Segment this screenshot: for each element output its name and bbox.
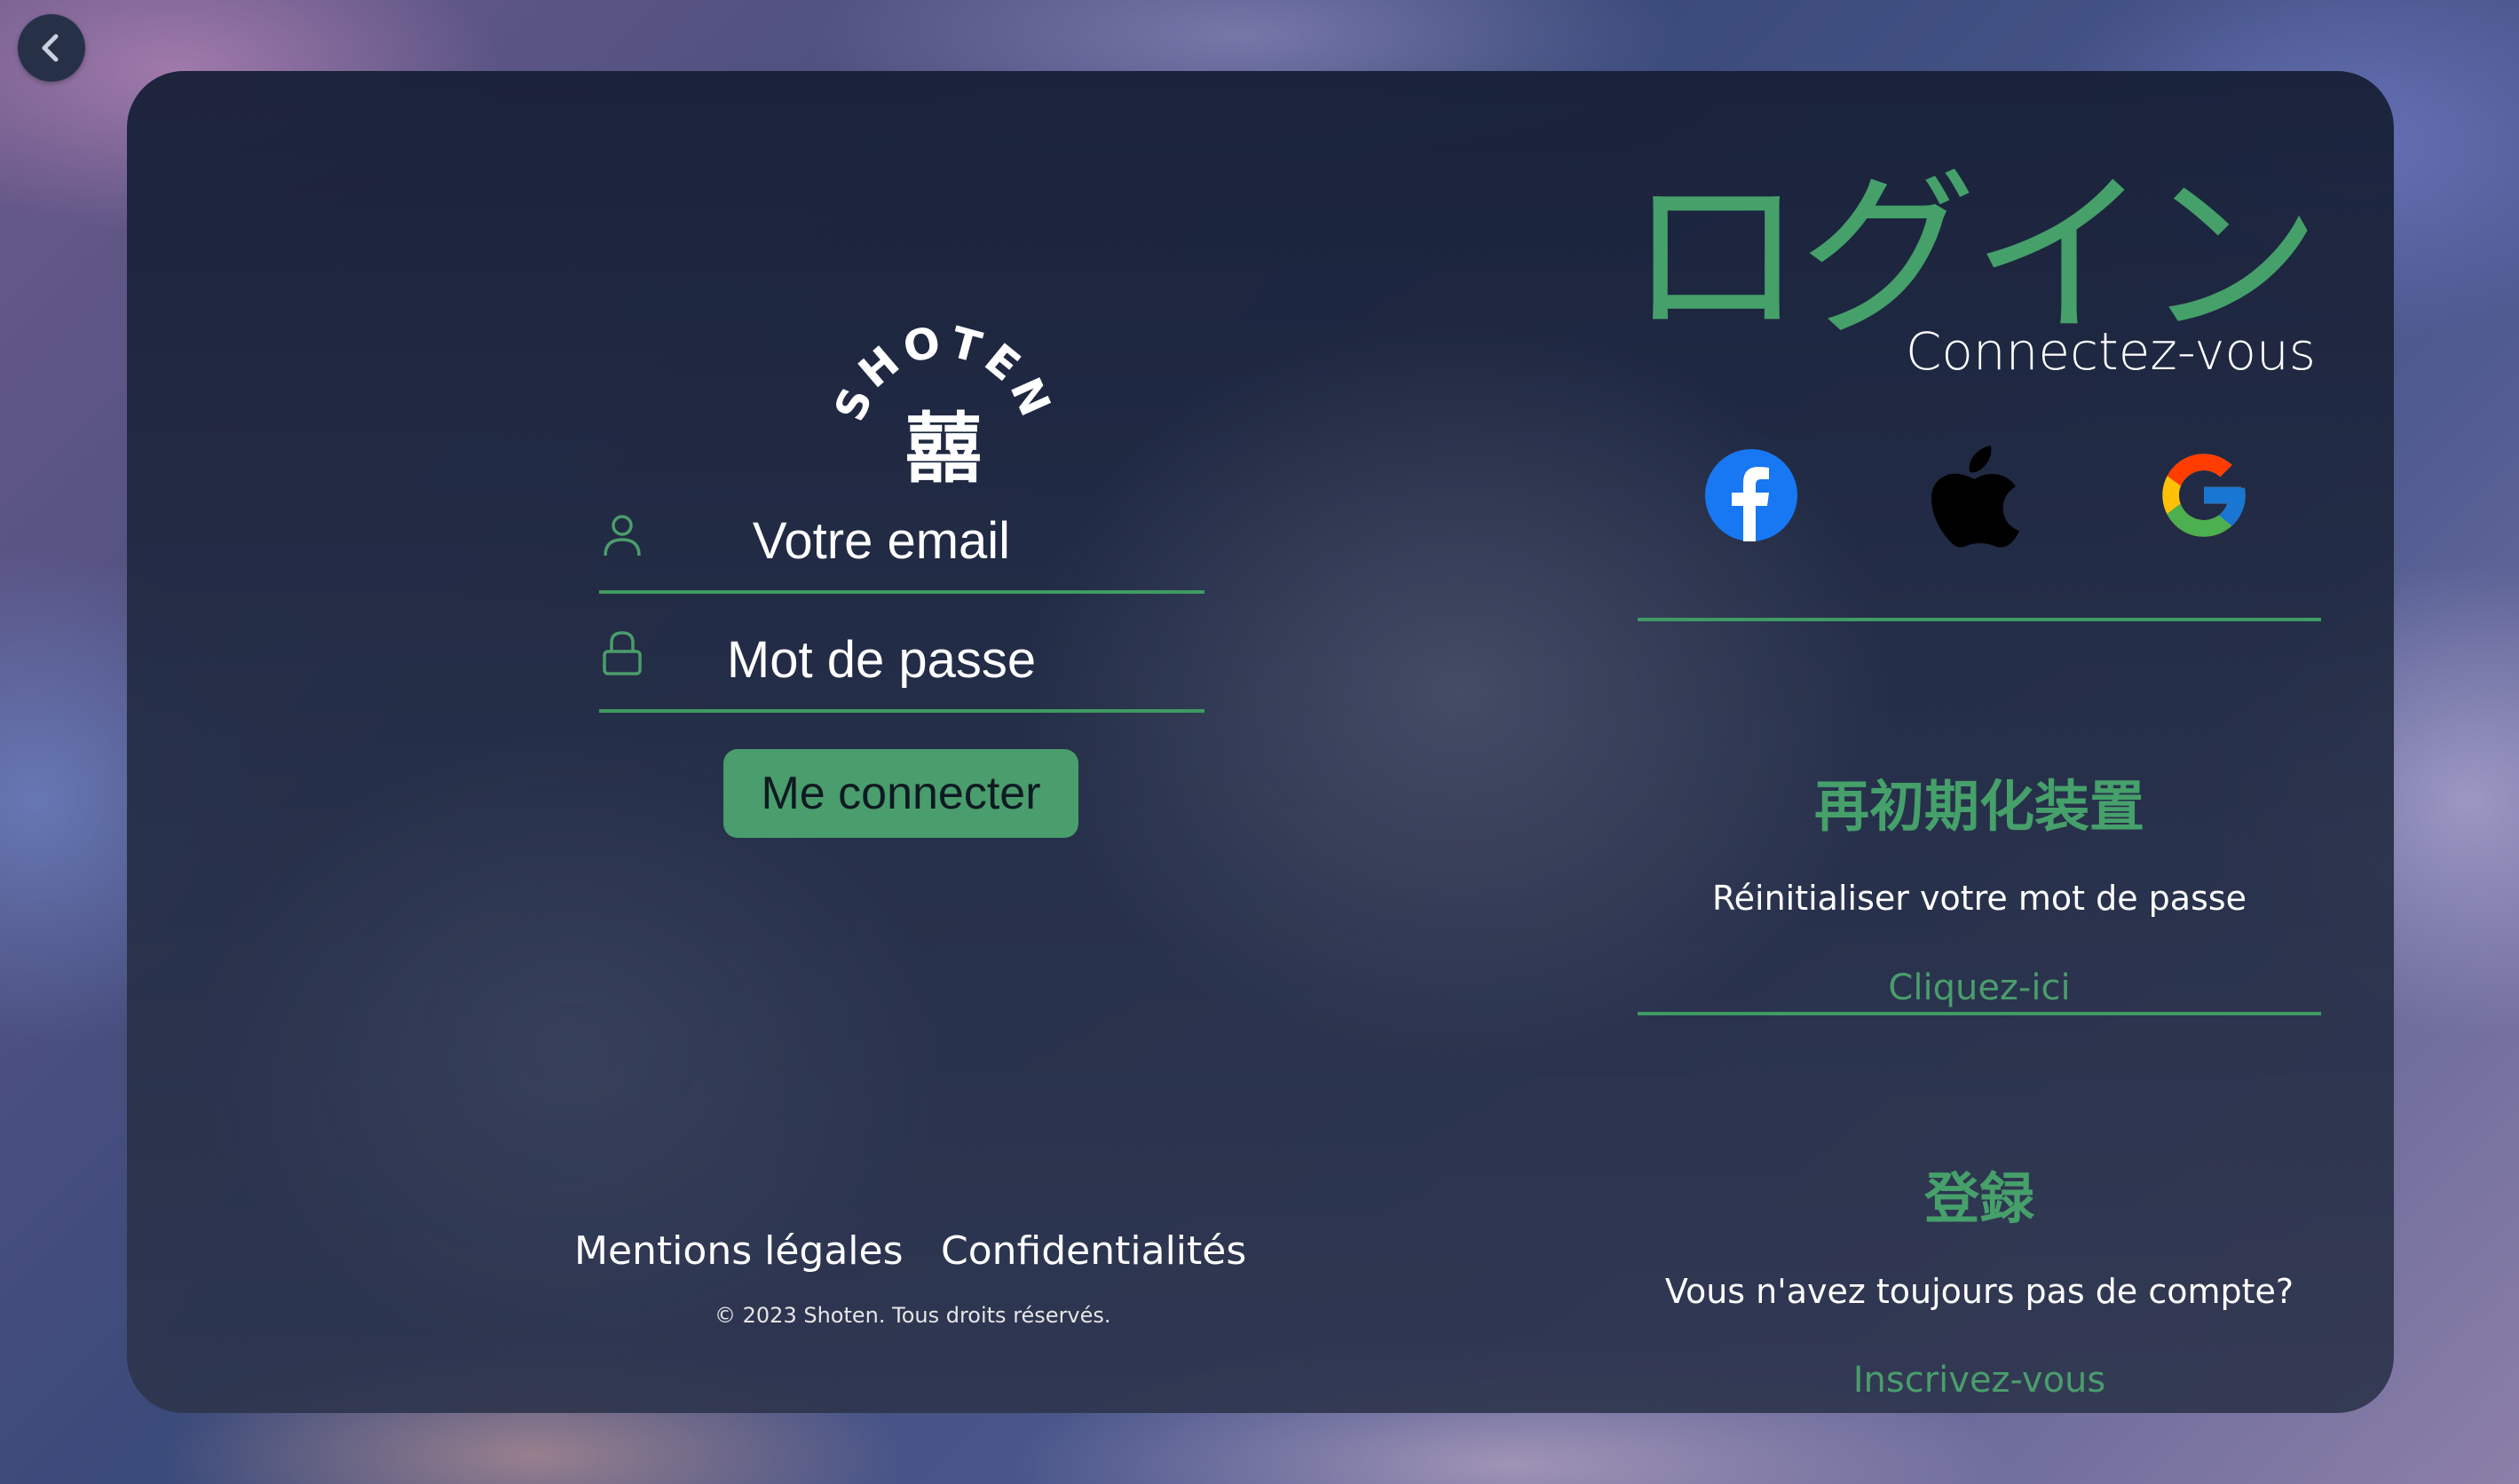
privacy-link[interactable]: Confidentialités xyxy=(941,1228,1246,1274)
password-input[interactable]: Mot de passe xyxy=(677,630,1086,690)
register-link[interactable]: Inscrivez-vous xyxy=(1638,1360,2321,1401)
page-title-jp: ログイン xyxy=(1626,154,2321,360)
page-subtitle: Connectez-vous xyxy=(1905,321,2316,382)
divider-reset xyxy=(1638,1012,2321,1015)
back-button[interactable] xyxy=(18,14,85,82)
email-input[interactable]: Votre email xyxy=(677,511,1086,571)
password-underline xyxy=(599,709,1204,713)
google-icon[interactable] xyxy=(2154,446,2254,545)
copyright-text: © 2023 Shoten. Tous droits réservés. xyxy=(715,1303,1111,1328)
apple-icon[interactable] xyxy=(1929,438,2021,549)
register-title-jp: 登録 xyxy=(1923,1166,2034,1231)
reset-description: Réinitialiser votre mot de passe xyxy=(1711,879,2247,918)
login-card: SHOTEN 囍 Votre email Mot de passe Me con… xyxy=(127,71,2394,1413)
legal-notice-link[interactable]: Mentions légales xyxy=(574,1228,904,1274)
reset-password-link[interactable]: Cliquez-ici xyxy=(1638,967,2321,1008)
chevron-left-icon xyxy=(42,34,59,62)
reset-title-jp: 再初期化装置 xyxy=(1813,774,2144,839)
email-underline xyxy=(599,590,1204,594)
user-icon xyxy=(604,515,641,556)
login-button[interactable]: Me connecter xyxy=(723,749,1078,838)
svg-text:囍: 囍 xyxy=(905,405,982,493)
register-description: Vous n'avez toujours pas de compte? xyxy=(1664,1272,2294,1311)
lock-icon xyxy=(603,631,642,675)
facebook-icon[interactable] xyxy=(1705,449,1797,541)
divider-social xyxy=(1638,618,2321,621)
shoten-logo: SHOTEN 囍 xyxy=(825,316,1057,493)
